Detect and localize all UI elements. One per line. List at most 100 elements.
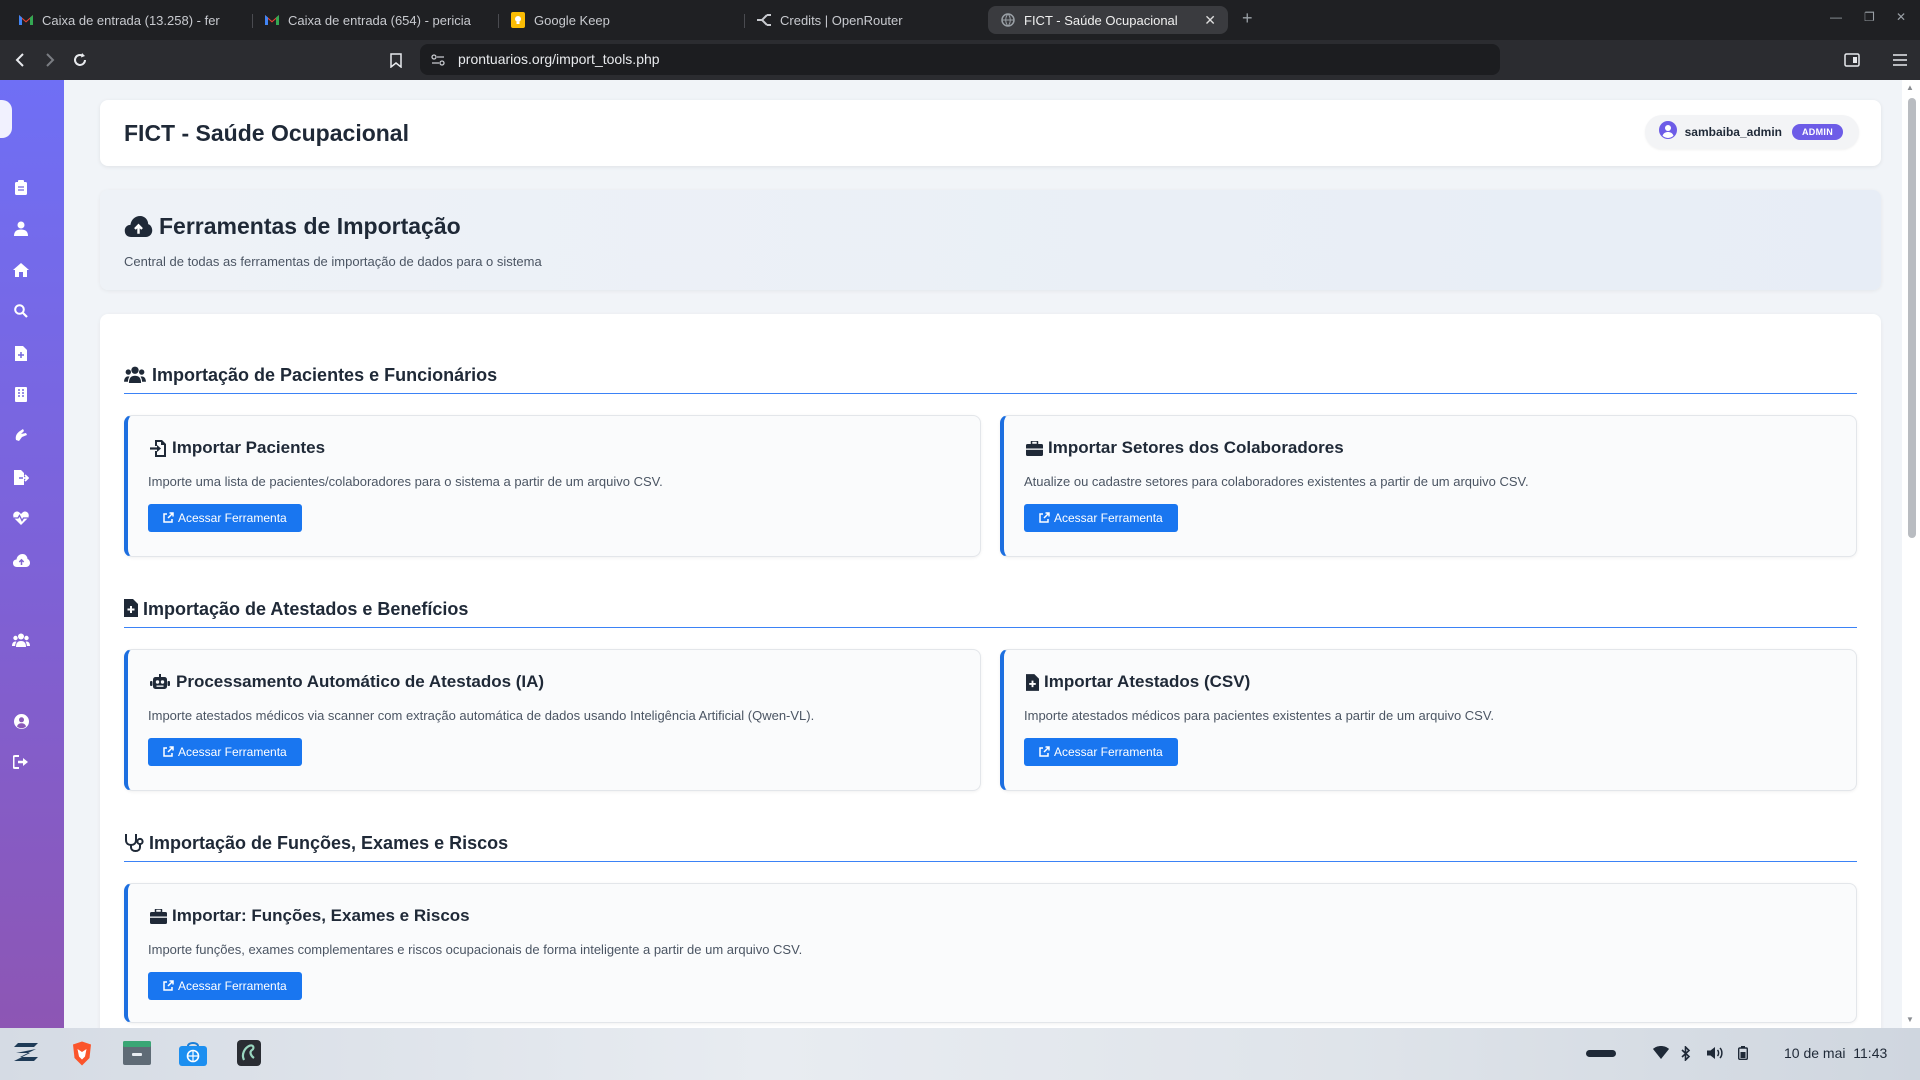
close-window-icon[interactable]: ✕	[1896, 10, 1906, 24]
tool-description: Importe uma lista de pacientes/colaborad…	[148, 474, 663, 489]
users-icon[interactable]	[12, 631, 30, 649]
tool-title: Importar: Funções, Exames e Riscos	[172, 906, 470, 925]
file-medical-icon	[1024, 672, 1040, 692]
external-link-icon	[163, 746, 174, 757]
access-tool-button[interactable]: Acessar Ferramenta	[148, 972, 302, 1000]
hands-icon[interactable]	[12, 426, 30, 444]
tool-description: Atualize ou cadastre setores para colabo…	[1024, 474, 1529, 489]
tab-title: Caixa de entrada (13.258) - fer	[42, 12, 220, 28]
back-icon[interactable]	[10, 50, 30, 70]
logout-icon[interactable]	[12, 753, 30, 771]
forward-icon[interactable]	[40, 50, 60, 70]
system-clock[interactable]: 10 de mai 11:43	[1784, 1045, 1887, 1061]
site-settings-icon[interactable]	[428, 50, 448, 70]
section-title: Importação de Funções, Exames e Riscos	[149, 833, 509, 853]
page-scrollbar[interactable]: ▲ ▼	[1902, 80, 1920, 1028]
browser-tab[interactable]: Caixa de entrada (13.258) - fer	[6, 6, 246, 34]
tool-description: Importe atestados médicos via scanner co…	[148, 708, 815, 723]
brave-browser-icon[interactable]	[67, 1038, 97, 1068]
access-tool-button[interactable]: Acessar Ferramenta	[148, 738, 302, 766]
clipboard-icon[interactable]	[12, 178, 30, 196]
sidebar	[0, 80, 64, 1028]
top-header: FICT - Saúde Ocupacional sambaiba_admin …	[100, 100, 1881, 166]
battery-icon[interactable]	[1737, 1046, 1749, 1065]
keyboard-layout-indicator[interactable]	[1586, 1050, 1616, 1057]
zorin-menu-icon[interactable]	[12, 1038, 42, 1068]
user-circle-icon	[1658, 120, 1677, 144]
user-doctor-icon[interactable]	[12, 219, 30, 237]
scroll-thumb[interactable]	[1908, 98, 1916, 538]
browser-tab[interactable]: Credits | OpenRouter	[744, 6, 984, 34]
section-title: Importação de Pacientes e Funcionários	[152, 365, 498, 385]
button-label: Acessar Ferramenta	[1054, 511, 1163, 525]
section-header: Importação de Atestados e Benefícios	[124, 588, 1857, 628]
button-label: Acessar Ferramenta	[178, 979, 287, 993]
globe-icon	[1000, 12, 1016, 28]
user-menu[interactable]: sambaiba_admin ADMIN	[1644, 115, 1859, 149]
scroll-up-icon[interactable]: ▲	[1906, 83, 1916, 92]
robot-icon	[150, 672, 170, 692]
briefcase-icon	[148, 906, 168, 926]
hero-title: Ferramentas de Importação	[159, 213, 461, 239]
browser-tab-active[interactable]: FICT - Saúde Ocupacional ✕	[988, 6, 1228, 34]
openrouter-icon	[756, 12, 772, 28]
volume-icon[interactable]	[1707, 1046, 1724, 1065]
wifi-icon[interactable]	[1653, 1046, 1669, 1064]
external-link-icon	[163, 980, 174, 991]
sidebar-collapse-toggle[interactable]	[0, 100, 12, 138]
gmail-icon	[18, 12, 34, 28]
clock-time: 11:43	[1853, 1045, 1888, 1061]
file-export-icon[interactable]	[12, 468, 30, 486]
bookmark-icon[interactable]	[386, 50, 406, 70]
external-link-icon	[163, 512, 174, 523]
sidebar-toggle-icon[interactable]	[1842, 50, 1862, 70]
tool-title: Importar Setores dos Colaboradores	[1048, 438, 1344, 457]
building-icon[interactable]	[12, 385, 30, 403]
user-circle-icon[interactable]	[12, 712, 30, 730]
tool-description: Importe funções, exames complementares e…	[148, 942, 803, 957]
menu-icon[interactable]	[1890, 50, 1910, 70]
tool-card: Processamento Automático de Atestados (I…	[124, 649, 981, 791]
file-import-icon	[148, 438, 168, 458]
maximize-icon[interactable]: ❐	[1864, 10, 1875, 24]
reload-icon[interactable]	[70, 50, 90, 70]
browser-tab[interactable]: Google Keep	[498, 6, 738, 34]
page-title: FICT - Saúde Ocupacional	[124, 120, 409, 146]
button-label: Acessar Ferramenta	[178, 511, 287, 525]
cloud-upload-icon[interactable]	[12, 551, 30, 569]
software-store-icon[interactable]	[178, 1038, 208, 1068]
button-label: Acessar Ferramenta	[1054, 745, 1163, 759]
tool-title: Processamento Automático de Atestados (I…	[176, 672, 545, 691]
keep-icon	[510, 12, 526, 28]
app-launcher-icon[interactable]	[234, 1038, 264, 1068]
tool-description: Importe atestados médicos para pacientes…	[1024, 708, 1494, 723]
browser-tab[interactable]: Caixa de entrada (654) - pericia	[252, 6, 492, 34]
cloud-upload-icon	[124, 216, 153, 242]
url-text[interactable]: prontuarios.org/import_tools.php	[458, 51, 660, 67]
minimize-icon[interactable]: —	[1830, 10, 1842, 24]
heartbeat-icon[interactable]	[12, 509, 30, 527]
access-tool-button[interactable]: Acessar Ferramenta	[1024, 738, 1178, 766]
access-tool-button[interactable]: Acessar Ferramenta	[148, 504, 302, 532]
bluetooth-icon[interactable]	[1681, 1045, 1691, 1066]
external-link-icon	[1039, 746, 1050, 757]
files-icon[interactable]	[122, 1038, 152, 1068]
new-tab-icon[interactable]: +	[1242, 8, 1253, 29]
page-viewport: FICT - Saúde Ocupacional sambaiba_admin …	[0, 80, 1920, 1028]
tool-card: Importar Atestados (CSV) Importe atestad…	[1000, 649, 1857, 791]
home-icon[interactable]	[12, 261, 30, 279]
search-icon[interactable]	[12, 302, 30, 320]
button-label: Acessar Ferramenta	[178, 745, 287, 759]
section-title: Importação de Atestados e Benefícios	[143, 599, 469, 619]
browser-tab-bar: Caixa de entrada (13.258) - fer Caixa de…	[0, 0, 1920, 40]
page-hero: Ferramentas de Importação Central de tod…	[100, 190, 1881, 290]
section-header: Importação de Funções, Exames e Riscos	[124, 822, 1857, 862]
role-badge: ADMIN	[1792, 124, 1843, 140]
tab-title: Credits | OpenRouter	[780, 12, 903, 28]
file-add-icon[interactable]	[12, 344, 30, 362]
access-tool-button[interactable]: Acessar Ferramenta	[1024, 504, 1178, 532]
tab-title: FICT - Saúde Ocupacional	[1024, 12, 1178, 28]
close-tab-icon[interactable]: ✕	[1194, 12, 1216, 29]
scroll-down-icon[interactable]: ▼	[1906, 1015, 1916, 1024]
gmail-icon	[264, 12, 280, 28]
